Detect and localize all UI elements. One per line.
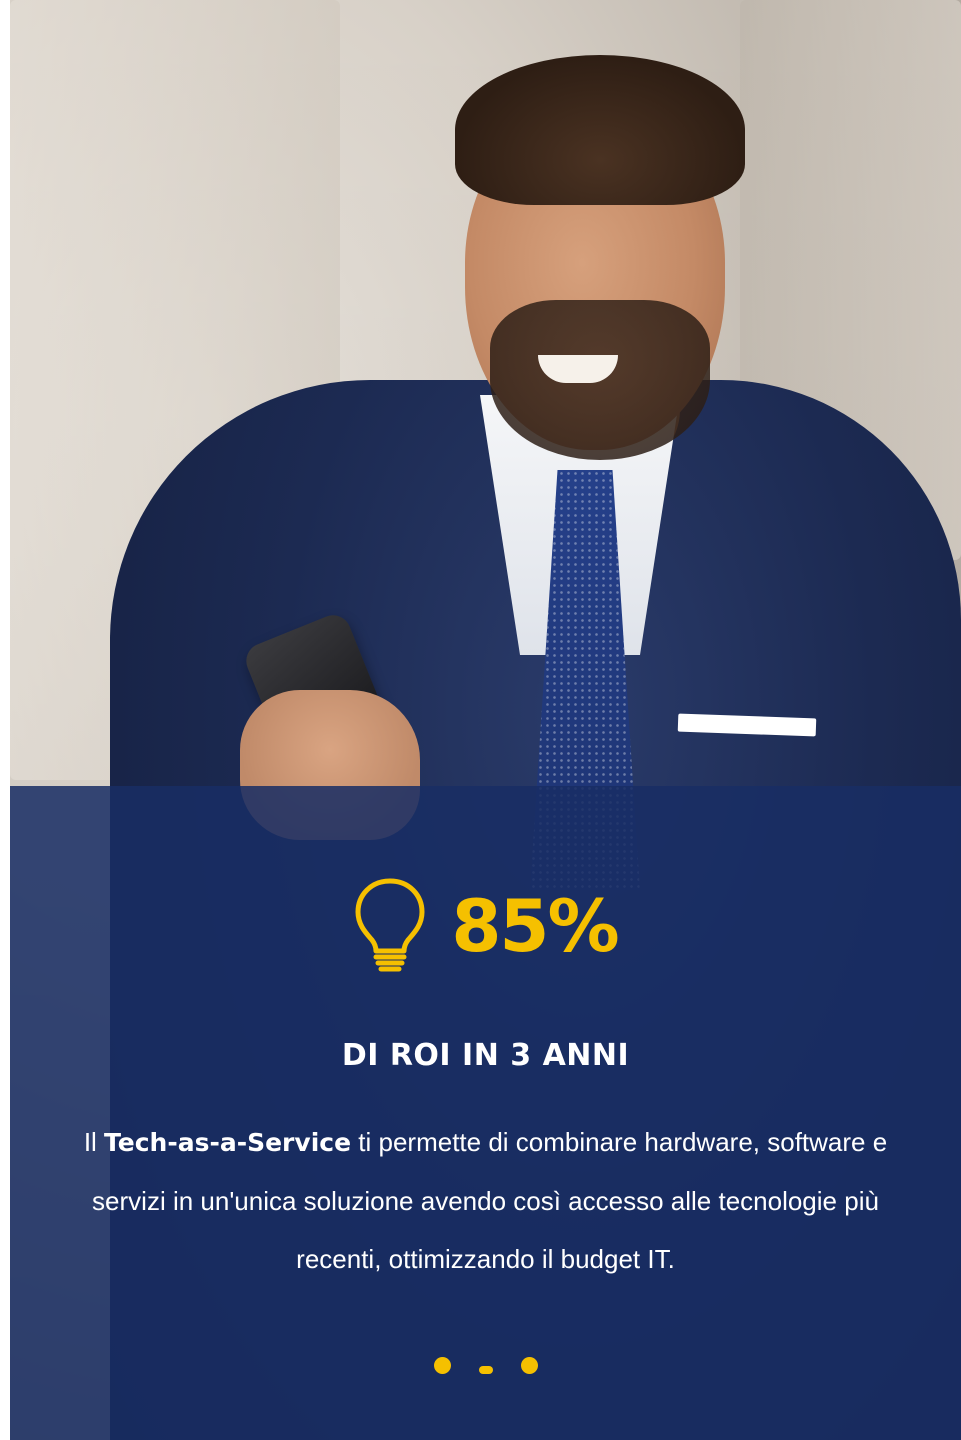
stat-value: 85% xyxy=(451,884,619,968)
stat-label: DI ROI IN 3 ANNI xyxy=(341,1038,630,1073)
hero-section: 85% DI ROI IN 3 ANNI Il Tech-as-a-Servic… xyxy=(10,0,961,1440)
description-text: Il Tech-as-a-Service ti permette di comb… xyxy=(80,1113,891,1288)
hair-shape xyxy=(455,55,745,205)
carousel-dot-1[interactable] xyxy=(433,1356,451,1374)
description-highlight: Tech-as-a-Service xyxy=(104,1128,352,1157)
lightbulb-icon xyxy=(353,877,427,975)
description-prefix: Il xyxy=(83,1127,105,1157)
carousel-dot-3[interactable] xyxy=(520,1356,538,1374)
stat-row: 85% xyxy=(10,877,961,975)
carousel-dots xyxy=(10,1356,961,1374)
carousel-dot-2-active[interactable] xyxy=(478,1366,493,1374)
